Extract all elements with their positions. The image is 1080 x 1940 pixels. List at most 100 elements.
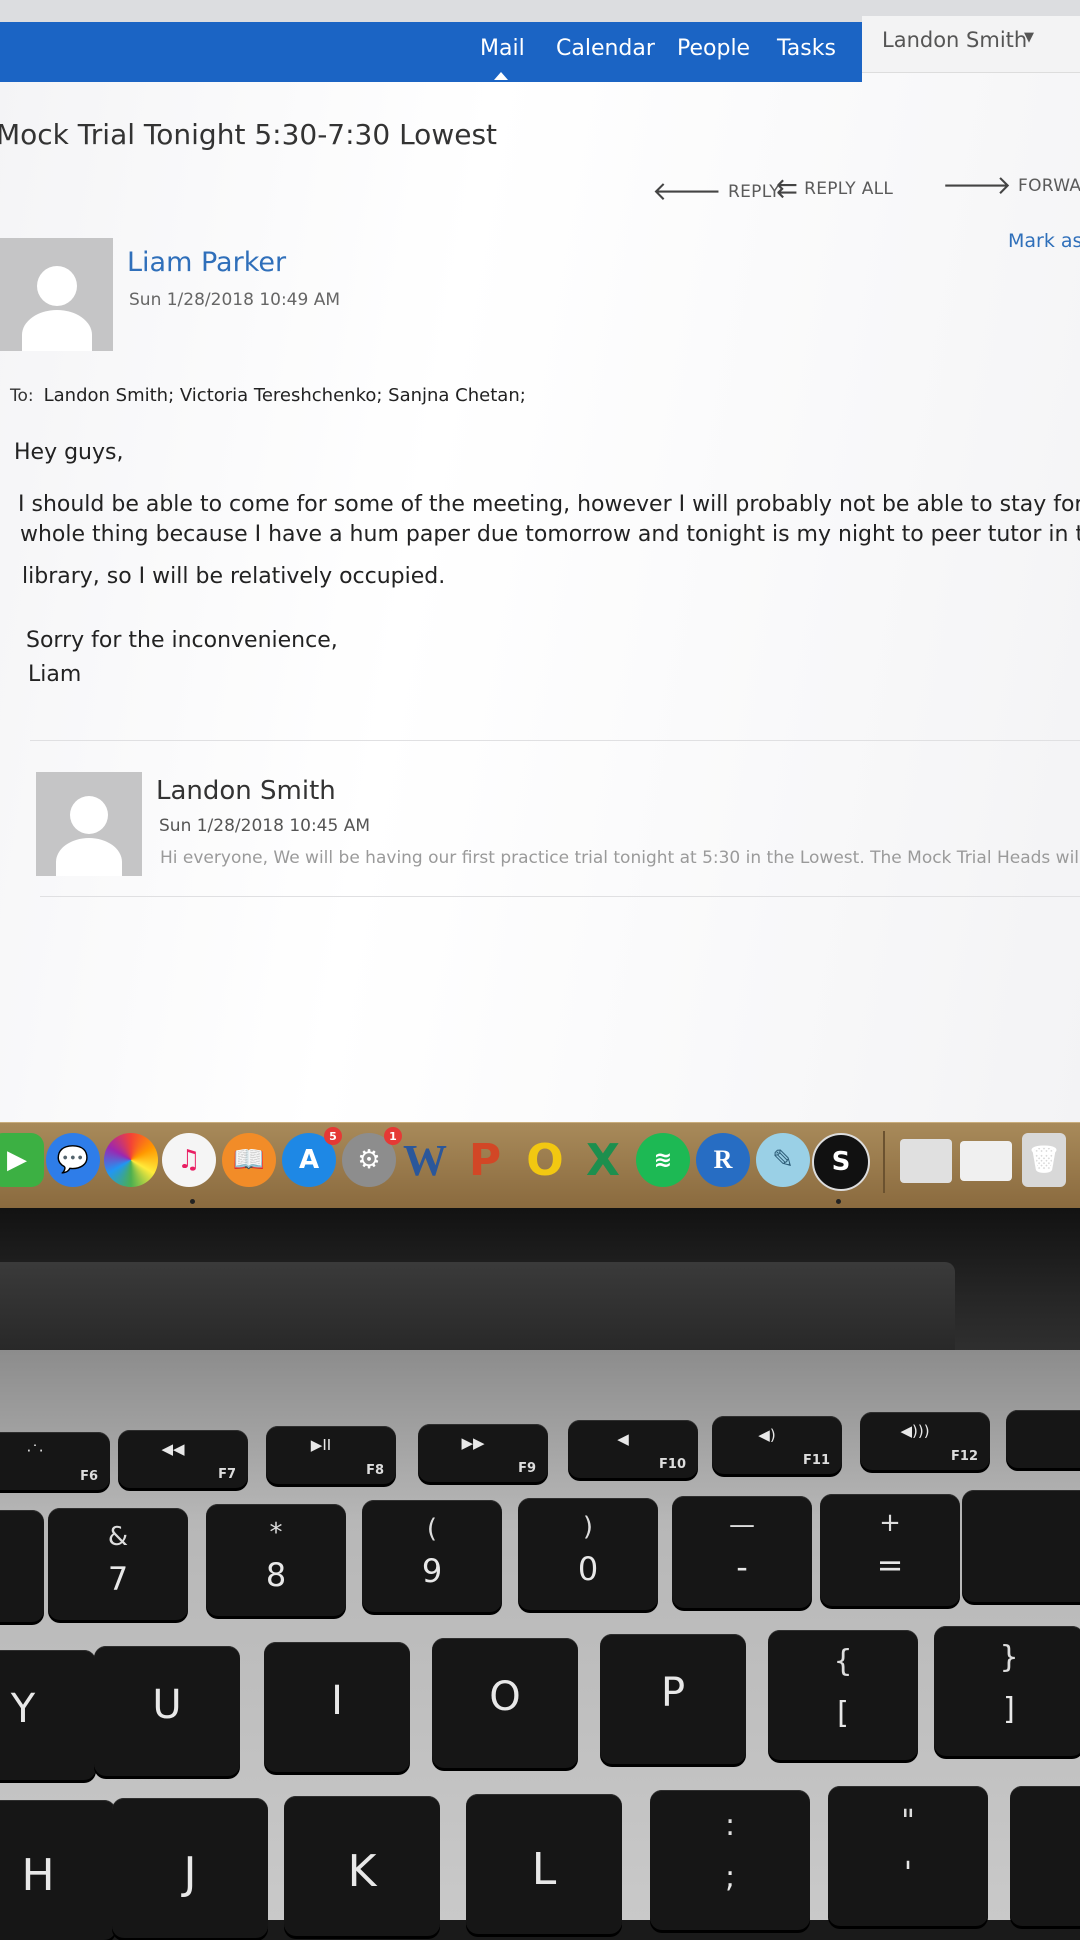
- key-shift-symbol: ): [582, 1512, 594, 1542]
- word-icon[interactable]: W: [398, 1133, 452, 1187]
- key-f9[interactable]: ▶▶ F9: [418, 1424, 548, 1482]
- tab-mail[interactable]: Mail: [480, 36, 525, 61]
- key-o[interactable]: O: [432, 1638, 578, 1768]
- forward-button[interactable]: 🡒FORWARD: [942, 170, 1080, 201]
- key-delete[interactable]: [962, 1490, 1080, 1602]
- previous-message-preview[interactable]: Hi everyone, We will be having our first…: [160, 848, 1080, 868]
- outlook-icon[interactable]: O: [518, 1133, 572, 1187]
- key-label: F8: [366, 1463, 384, 1478]
- preview-icon[interactable]: ✎: [756, 1133, 810, 1187]
- document-thumbnail-icon[interactable]: [900, 1139, 952, 1183]
- key-f11[interactable]: ◀) F11: [712, 1416, 842, 1474]
- key-l[interactable]: L: [466, 1794, 622, 1934]
- key-label: F12: [951, 1449, 978, 1464]
- key-punctuation[interactable]: " ': [828, 1786, 988, 1926]
- key-label: F6: [80, 1469, 98, 1484]
- chevron-down-icon: ▼: [1024, 30, 1034, 45]
- key-letter: L: [531, 1844, 557, 1895]
- key-shift-symbol: ": [901, 1804, 915, 1839]
- itunes-icon[interactable]: ♫: [162, 1133, 216, 1187]
- key-f8[interactable]: ▶II F8: [266, 1426, 396, 1484]
- key-icon: ·˙·: [26, 1442, 44, 1460]
- key-number[interactable]: * 8: [206, 1504, 346, 1616]
- body-signoff: Sorry for the inconvenience,: [26, 628, 338, 653]
- key-number[interactable]: + =: [820, 1494, 960, 1606]
- message-divider: [30, 740, 1080, 741]
- previous-sender-avatar: [36, 772, 142, 876]
- key-label: F7: [218, 1467, 236, 1482]
- mark-as-link[interactable]: Mark as: [1008, 230, 1080, 252]
- key-p[interactable]: P: [600, 1634, 746, 1764]
- key-6[interactable]: [0, 1510, 44, 1622]
- previous-message-sender[interactable]: Landon Smith: [156, 776, 336, 806]
- key-f6[interactable]: ·˙· F6: [0, 1432, 110, 1490]
- tab-tasks[interactable]: Tasks: [777, 36, 836, 61]
- key-shift-symbol: &: [107, 1522, 129, 1552]
- key-f12[interactable]: ◀))) F12: [860, 1412, 990, 1470]
- key-symbol: -: [736, 1548, 748, 1586]
- key-k[interactable]: K: [284, 1796, 440, 1936]
- r-icon[interactable]: R: [696, 1133, 750, 1187]
- running-indicator: [836, 1199, 841, 1204]
- key-return[interactable]: [1010, 1786, 1080, 1926]
- key-h[interactable]: H: [0, 1800, 116, 1940]
- reply-button[interactable]: 🡐 REPLY: [652, 176, 780, 207]
- key-number[interactable]: (9: [362, 1500, 502, 1612]
- key-symbol: ;: [724, 1860, 736, 1895]
- laptop-hinge: [0, 1262, 955, 1362]
- key-shift-symbol: (: [426, 1514, 438, 1544]
- key-y[interactable]: Y: [0, 1650, 96, 1780]
- key-f7[interactable]: ◀◀ F7: [118, 1430, 248, 1488]
- key-label: F9: [518, 1461, 536, 1476]
- active-tab-indicator: [494, 72, 508, 80]
- sender-avatar: [0, 238, 113, 351]
- top-nav-bar: Mail Calendar People Tasks: [0, 22, 862, 82]
- key-icon: ◀◀: [161, 1440, 185, 1458]
- key-letter: I: [331, 1678, 343, 1724]
- app-store-icon[interactable]: A5: [282, 1127, 342, 1187]
- body-line-3: library, so I will be relatively occupie…: [22, 564, 446, 589]
- downloads-stack-icon[interactable]: [960, 1141, 1012, 1181]
- reply-all-button[interactable]: ⇇ REPLY ALL: [776, 174, 893, 204]
- key-shift-symbol: {: [833, 1644, 853, 1679]
- key-shift-symbol: —: [729, 1510, 755, 1540]
- key-punctuation[interactable]: :;: [650, 1790, 810, 1930]
- key-number[interactable]: & 7: [48, 1508, 188, 1620]
- facetime-icon[interactable]: ▶: [0, 1133, 44, 1187]
- tab-people[interactable]: People: [677, 36, 750, 61]
- photos-icon[interactable]: [104, 1133, 158, 1187]
- sender-name[interactable]: Liam Parker: [127, 247, 286, 278]
- recipients-list[interactable]: Landon Smith; Victoria Tereshchenko; San…: [44, 385, 526, 406]
- powerpoint-icon[interactable]: P: [458, 1133, 512, 1187]
- key-symbol: 0: [577, 1550, 599, 1588]
- key-i[interactable]: I: [264, 1642, 410, 1772]
- system-preferences-icon[interactable]: ⚙ 1: [342, 1127, 402, 1187]
- key-bracket[interactable]: }]: [934, 1626, 1080, 1756]
- to-label: To:: [10, 386, 34, 406]
- key-power[interactable]: [1006, 1410, 1080, 1468]
- key-shift-symbol: *: [269, 1518, 283, 1548]
- key-shift-symbol: +: [879, 1508, 901, 1538]
- key-number[interactable]: ) 0: [518, 1498, 658, 1610]
- key-label: F10: [659, 1457, 686, 1472]
- key-icon: ▶▶: [461, 1434, 485, 1452]
- key-number[interactable]: — -: [672, 1496, 812, 1608]
- key-symbol: ]: [1003, 1692, 1015, 1727]
- key-j[interactable]: J: [112, 1798, 268, 1938]
- excel-icon[interactable]: X: [576, 1133, 630, 1187]
- key-symbol: =: [876, 1546, 904, 1584]
- ibooks-icon[interactable]: 📖: [222, 1133, 276, 1187]
- spotify-icon[interactable]: ≋: [636, 1133, 690, 1187]
- app-store-badge: 5: [324, 1127, 342, 1145]
- email-subject: Mock Trial Tonight 5:30-7:30 Lowest: [0, 118, 498, 151]
- tab-calendar[interactable]: Calendar: [556, 36, 655, 61]
- trash-icon[interactable]: 🗑: [1022, 1133, 1066, 1187]
- account-menu[interactable]: Landon Smith ▼: [862, 16, 1080, 73]
- running-indicator: [190, 1199, 195, 1204]
- key-bracket[interactable]: {[: [768, 1630, 918, 1760]
- key-u[interactable]: U: [94, 1646, 240, 1776]
- key-symbol: 9: [421, 1552, 443, 1590]
- key-f10[interactable]: ◀ F10: [568, 1420, 698, 1478]
- messages-icon[interactable]: 💬: [46, 1133, 100, 1187]
- scrivener-icon[interactable]: S: [812, 1133, 870, 1191]
